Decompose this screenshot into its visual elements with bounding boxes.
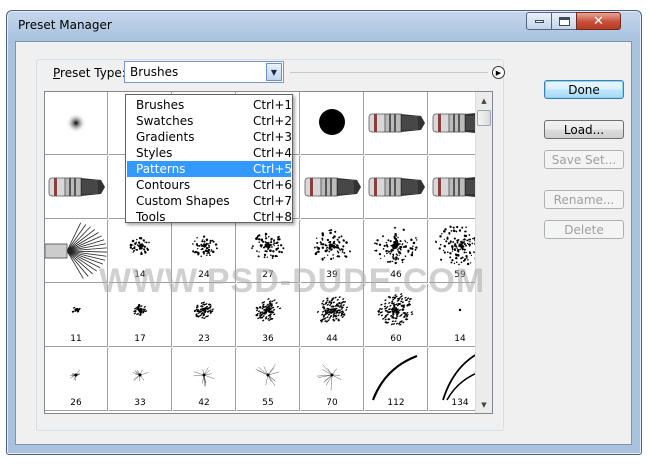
menu-item-label: Brushes <box>136 98 185 112</box>
scroll-down-icon[interactable]: ▼ <box>476 396 492 413</box>
menu-item-shortcut: Ctrl+7 <box>253 194 293 208</box>
scroll-thumb[interactable] <box>477 110 491 126</box>
brush-size-label: 23 <box>198 334 210 344</box>
menu-item-label: Contours <box>136 178 191 192</box>
brush-size-label: 112 <box>387 398 405 408</box>
preset-type-value: Brushes <box>130 65 179 79</box>
scroll-up-icon[interactable]: ▲ <box>476 92 492 109</box>
menu-item-label: Swatches <box>136 114 194 128</box>
brush-preset-cell[interactable]: 42 <box>173 348 236 411</box>
close-icon: ✕ <box>593 13 604 29</box>
brush-size-label: 26 <box>70 398 82 408</box>
menu-item-styles[interactable]: Styles Ctrl+4 <box>127 145 293 161</box>
brush-size-label: 17 <box>134 334 146 344</box>
menu-item-shortcut: Ctrl+5 <box>253 162 293 176</box>
menu-item-shortcut: Ctrl+1 <box>253 98 293 112</box>
menu-item-swatches[interactable]: Swatches Ctrl+2 <box>127 113 293 129</box>
menu-item-tools[interactable]: Tools Ctrl+8 <box>127 209 293 225</box>
menu-item-shortcut: Ctrl+6 <box>253 178 293 192</box>
menu-item-label: Patterns <box>136 162 186 176</box>
brush-size-label: 60 <box>390 334 402 344</box>
save-set-button[interactable]: Save Set... <box>544 150 624 169</box>
load-button[interactable]: Load... <box>544 120 624 139</box>
minimize-button[interactable] <box>526 12 552 30</box>
menu-item-contours[interactable]: Contours Ctrl+6 <box>127 177 293 193</box>
menu-item-shortcut: Ctrl+8 <box>253 210 293 224</box>
title-bar[interactable]: Preset Manager ✕ <box>7 11 641 41</box>
brush-thumbnail <box>66 113 86 133</box>
maximize-button[interactable] <box>551 12 577 30</box>
divider <box>290 72 488 73</box>
brush-thumbnail <box>368 113 425 133</box>
menu-item-shortcut: Ctrl+3 <box>253 130 293 144</box>
brush-size-label: 36 <box>262 334 274 344</box>
close-button[interactable]: ✕ <box>576 12 621 30</box>
brush-preset-cell[interactable]: 55 <box>237 348 300 411</box>
menu-item-gradients[interactable]: Gradients Ctrl+3 <box>127 129 293 145</box>
done-button[interactable]: Done <box>544 80 624 99</box>
minimize-icon <box>534 19 544 23</box>
brush-size-label: 70 <box>326 398 338 408</box>
menu-item-label: Styles <box>136 146 173 160</box>
preset-type-select[interactable]: Brushes ▼ <box>124 61 284 83</box>
brush-size-label: 33 <box>134 398 146 408</box>
brush-preset-cell[interactable]: 70 <box>301 348 364 411</box>
brush-preset-cell[interactable]: 33 <box>109 348 172 411</box>
brush-size-label: 44 <box>326 334 338 344</box>
brush-preset-cell[interactable]: 26 <box>45 348 108 411</box>
dialog-body: Preset Type: Brushes ▼ ▶ 134 112 70 55 42 33 2… <box>15 41 632 445</box>
brush-thumbnail <box>48 177 105 197</box>
preset-type-dropdown: Brushes Ctrl+1 Swatches Ctrl+2 Gradients Ctrl… <box>125 94 293 225</box>
brush-size-label: 11 <box>70 334 82 344</box>
menu-item-shortcut: Ctrl+4 <box>253 146 293 160</box>
brush-preset-cell[interactable] <box>45 92 108 155</box>
maximize-icon <box>558 16 570 26</box>
brush-size-label: 42 <box>198 398 210 408</box>
brush-preset-cell[interactable]: 112 <box>365 348 428 411</box>
brush-thumbnail <box>319 109 345 135</box>
menu-item-custom-shapes[interactable]: Custom Shapes Ctrl+7 <box>127 193 293 209</box>
brush-thumbnail <box>304 177 361 197</box>
brush-preset-cell[interactable] <box>365 92 428 155</box>
brush-preset-cell[interactable] <box>365 156 428 219</box>
preset-manager-window: Preset Manager ✕ Preset Type: Brushes ▼ … <box>6 10 642 455</box>
menu-item-patterns[interactable]: Patterns Ctrl+5 <box>127 161 293 177</box>
chevron-down-icon[interactable]: ▼ <box>266 63 282 81</box>
menu-item-brushes[interactable]: Brushes Ctrl+1 <box>127 97 293 113</box>
brush-preset-cell[interactable] <box>45 156 108 219</box>
vertical-scrollbar[interactable]: ▲ ▼ <box>475 92 492 413</box>
brush-size-label: 55 <box>262 398 274 408</box>
menu-item-label: Tools <box>136 210 166 224</box>
delete-button[interactable]: Delete <box>544 220 624 239</box>
panel-menu-icon[interactable]: ▶ <box>492 66 505 79</box>
menu-item-label: Custom Shapes <box>136 194 230 208</box>
brush-preset-cell[interactable] <box>301 156 364 219</box>
watermark: WWW.PSD-DUDE.COM <box>99 262 486 300</box>
menu-item-label: Gradients <box>136 130 195 144</box>
menu-item-shortcut: Ctrl+2 <box>253 114 293 128</box>
brush-preset-cell[interactable] <box>301 92 364 155</box>
preset-type-label: Preset Type: <box>50 66 129 80</box>
window-title: Preset Manager <box>18 18 112 32</box>
rename-button[interactable]: Rename... <box>544 190 624 209</box>
brush-thumbnail <box>368 177 425 197</box>
